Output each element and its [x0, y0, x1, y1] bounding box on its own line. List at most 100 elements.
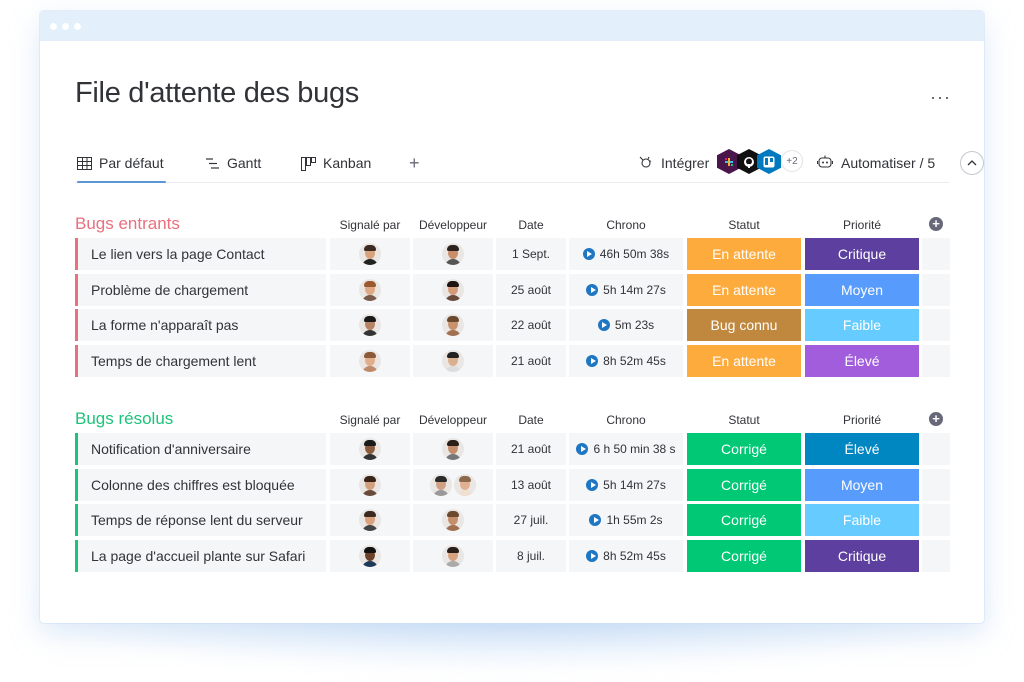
table-row[interactable]: Notification d'anniversaire 21 août 6 h … — [75, 433, 950, 465]
chrono-cell[interactable]: 5h 14m 27s — [569, 273, 683, 306]
avatar[interactable] — [359, 544, 381, 567]
priority-cell[interactable]: Faible — [805, 504, 919, 536]
avatar[interactable] — [359, 473, 381, 496]
group-title[interactable]: Bugs entrants — [75, 214, 180, 234]
chrono-cell[interactable]: 5m 23s — [569, 309, 683, 341]
avatar[interactable] — [442, 278, 464, 301]
play-icon[interactable] — [582, 248, 595, 260]
reporter-cell[interactable] — [330, 273, 410, 306]
empty-cell[interactable] — [922, 468, 950, 501]
developer-cell[interactable] — [413, 273, 493, 306]
developer-avatars[interactable] — [430, 473, 476, 496]
avatar[interactable] — [359, 349, 381, 372]
avatar[interactable] — [442, 349, 464, 372]
integration-apps[interactable]: +2 — [717, 149, 803, 174]
reporter-cell[interactable] — [330, 504, 410, 536]
automate-button[interactable]: Automatiser / 5 — [817, 155, 935, 171]
column-header-reporter[interactable]: Signalé par — [330, 218, 410, 232]
empty-cell[interactable] — [922, 433, 950, 465]
status-cell[interactable]: Corrigé — [687, 468, 801, 501]
date-cell[interactable]: 8 juil. — [496, 539, 566, 572]
reporter-cell[interactable] — [330, 539, 410, 572]
avatar[interactable] — [359, 314, 381, 336]
tab-kanban[interactable]: Kanban — [301, 155, 371, 183]
table-row[interactable]: Problème de chargement 25 août 5h 14m 27… — [75, 273, 950, 306]
priority-cell[interactable]: Critique — [805, 238, 919, 270]
avatar[interactable] — [359, 509, 381, 531]
item-name-cell[interactable]: Temps de réponse lent du serveur — [75, 504, 326, 536]
avatar[interactable] — [442, 544, 464, 567]
developer-cell[interactable] — [413, 344, 493, 377]
chrono-cell[interactable]: 6 h 50 min 38 s — [569, 433, 683, 465]
table-row[interactable]: La forme n'apparaît pas 22 août 5m 23s B… — [75, 309, 950, 341]
status-cell[interactable]: Corrigé — [687, 433, 801, 465]
reporter-cell[interactable] — [330, 468, 410, 501]
priority-cell[interactable]: Moyen — [805, 468, 919, 501]
integrate-button[interactable]: Intégrer — [638, 155, 709, 171]
play-icon[interactable] — [586, 354, 599, 367]
more-options-button[interactable]: ··· — [930, 87, 951, 108]
window-dot-icon[interactable] — [74, 22, 81, 30]
column-header-date[interactable]: Date — [496, 218, 566, 232]
table-row[interactable]: Le lien vers la page Contact 1 Sept. 46h… — [75, 238, 950, 270]
trello-icon[interactable] — [757, 149, 781, 174]
developer-cell[interactable] — [413, 309, 493, 341]
empty-cell[interactable] — [922, 273, 950, 306]
avatar[interactable] — [442, 509, 464, 531]
reporter-cell[interactable] — [330, 344, 410, 377]
status-cell[interactable]: Corrigé — [687, 504, 801, 536]
date-cell[interactable]: 13 août — [496, 468, 566, 501]
item-name-cell[interactable]: La forme n'apparaît pas — [75, 309, 326, 341]
developer-cell[interactable] — [413, 433, 493, 465]
column-header-developer[interactable]: Développeur — [413, 218, 493, 232]
chrono-cell[interactable]: 1h 55m 2s — [569, 504, 683, 536]
play-icon[interactable] — [589, 514, 602, 526]
avatar[interactable] — [430, 473, 452, 496]
avatar[interactable] — [359, 438, 381, 460]
more-apps-badge[interactable]: +2 — [781, 150, 803, 172]
priority-cell[interactable]: Élevé — [805, 433, 919, 465]
developer-cell[interactable] — [413, 468, 493, 501]
developer-cell[interactable] — [413, 504, 493, 536]
tab-gantt[interactable]: Gantt — [205, 155, 261, 183]
column-header-reporter[interactable]: Signalé par — [330, 413, 410, 427]
item-name-cell[interactable]: Problème de chargement — [75, 273, 326, 306]
status-cell[interactable]: En attente — [687, 344, 801, 377]
avatar[interactable] — [442, 314, 464, 336]
play-icon[interactable] — [576, 443, 589, 455]
avatar[interactable] — [359, 243, 381, 265]
date-cell[interactable]: 21 août — [496, 344, 566, 377]
window-dot-icon[interactable] — [62, 22, 69, 30]
chrono-cell[interactable]: 46h 50m 38s — [569, 238, 683, 270]
empty-cell[interactable] — [922, 309, 950, 341]
add-column-icon[interactable]: + — [929, 217, 943, 231]
avatar[interactable] — [442, 243, 464, 265]
column-header-date[interactable]: Date — [496, 413, 566, 427]
reporter-cell[interactable] — [330, 309, 410, 341]
priority-cell[interactable]: Critique — [805, 539, 919, 572]
developer-cell[interactable] — [413, 238, 493, 270]
column-header-developer[interactable]: Développeur — [413, 413, 493, 427]
date-cell[interactable]: 21 août — [496, 433, 566, 465]
avatar[interactable] — [359, 278, 381, 301]
play-icon[interactable] — [597, 319, 610, 331]
column-header-status[interactable]: Statut — [687, 218, 801, 232]
column-header-status[interactable]: Statut — [687, 413, 801, 427]
reporter-cell[interactable] — [330, 238, 410, 270]
play-icon[interactable] — [586, 549, 599, 562]
status-cell[interactable]: Bug connu — [687, 309, 801, 341]
tab-par-defaut[interactable]: Par défaut — [77, 155, 166, 183]
item-name-cell[interactable]: Colonne des chiffres est bloquée — [75, 468, 326, 501]
chrono-cell[interactable]: 8h 52m 45s — [569, 344, 683, 377]
item-name-cell[interactable]: Temps de chargement lent — [75, 344, 326, 377]
column-header-chrono[interactable]: Chrono — [569, 413, 683, 427]
add-view-button[interactable]: + — [409, 153, 420, 174]
table-row[interactable]: Temps de réponse lent du serveur 27 juil… — [75, 504, 950, 536]
table-row[interactable]: Colonne des chiffres est bloquée 13 août… — [75, 468, 950, 501]
play-icon[interactable] — [586, 478, 599, 491]
table-row[interactable]: La page d'accueil plante sur Safari 8 ju… — [75, 539, 950, 572]
avatar[interactable] — [454, 473, 476, 496]
reporter-cell[interactable] — [330, 433, 410, 465]
empty-cell[interactable] — [922, 504, 950, 536]
play-icon[interactable] — [586, 283, 599, 296]
